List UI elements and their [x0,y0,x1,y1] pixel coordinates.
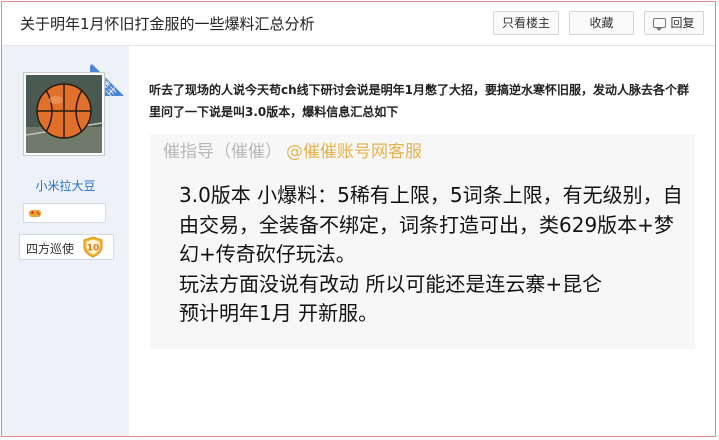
level-title: 四方巡使 [26,242,75,256]
medal-slot [23,203,106,223]
image-line-3: 预计明年1月 开新服。 [179,301,379,325]
image-header: 催指导（催催） @催催账号网客服 [163,137,422,162]
comment-icon [653,18,667,31]
avatar[interactable] [23,72,105,156]
gamepad-icon [29,210,41,217]
post-screenshot-image: 催指导（催催） @催催账号网客服 3.0版本 小爆料：5稀有上限，5词条上限，有无… [150,134,695,349]
image-header-name: 催指导（催催） [163,142,282,162]
reply-button[interactable]: 回复 [644,11,704,35]
level-number: 10 [87,244,100,254]
thread-title: 关于明年1月怀旧打金服的一些爆料汇总分析 [20,15,315,33]
user-level: 四方巡使 10 [19,234,114,260]
basketball-avatar-image [26,75,102,153]
favorite-button[interactable]: 收藏 [569,11,634,35]
image-header-account: @催催账号网客服 [286,142,422,162]
image-body-text: 3.0版本 小爆料：5稀有上限，5词条上限，有无级别，自由交易，全装备不绑定，词… [179,181,689,329]
post-content: 听去了现场的人说今天苟ch线下研讨会说是明年1月憋了大招，要搞逆水寒怀旧服，发动… [129,46,715,436]
thread-frame: 关于明年1月怀旧打金服的一些爆料汇总分析 只看楼主 收藏 回复 楼主 小米拉大豆 [1,1,716,437]
image-line-2: 玩法方面没说有改动 所以可能还是连云寨+昆仑 [179,271,603,296]
image-line-1: 3.0版本 小爆料：5稀有上限，5词条上限，有无级别，自由交易，全装备不绑定，词… [179,183,683,266]
author-username[interactable]: 小米拉大豆 [2,177,129,194]
only-author-button[interactable]: 只看楼主 [493,11,559,35]
reply-button-label: 回复 [670,16,695,30]
thread-header: 关于明年1月怀旧打金服的一些爆料汇总分析 只看楼主 收藏 回复 [2,2,715,46]
post-intro-text: 听去了现场的人说今天苟ch线下研讨会说是明年1月憋了大招，要搞逆水寒怀旧服，发动… [149,83,690,119]
level-shield-icon: 10 [83,236,103,258]
